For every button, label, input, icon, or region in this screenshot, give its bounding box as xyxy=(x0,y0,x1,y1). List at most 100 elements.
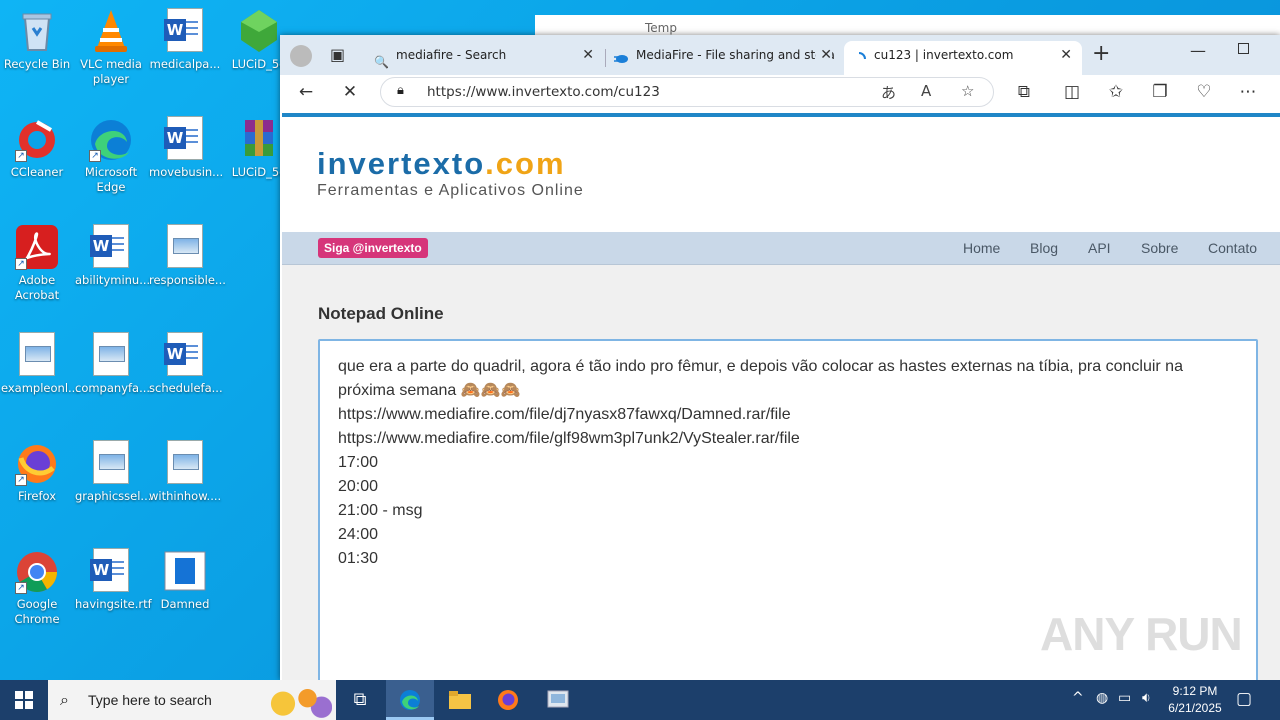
word-document-icon: W xyxy=(89,548,133,594)
follow-button[interactable]: Siga @invertexto xyxy=(318,238,428,258)
site-nav-bar: Siga @invertexto Home Blog API Sobre Con… xyxy=(282,232,1280,265)
desktop-icon-label: withinhow.... xyxy=(149,489,222,503)
desktop-icon-exampleonl[interactable]: exampleonl... xyxy=(0,332,79,396)
adobe-acrobat-icon: ↗ xyxy=(15,224,59,270)
minimize-button[interactable]: — xyxy=(1190,41,1206,60)
lucid-gem-icon xyxy=(237,8,281,54)
system-clock[interactable]: 9:12 PM 6/21/2025 xyxy=(1160,683,1230,717)
network-icon[interactable]: ▭ xyxy=(1118,690,1131,706)
collections-icon[interactable]: ❐ xyxy=(1146,79,1174,105)
desktop-icon-microsoft-edge[interactable]: ↗ Microsoft Edge xyxy=(74,116,148,195)
notepad-line: 24:00 xyxy=(338,526,379,543)
desktop-icon-ccleaner[interactable]: ↗ CCleaner xyxy=(0,116,74,180)
clock-date: 6/21/2025 xyxy=(1168,701,1222,715)
desktop-icon-movebusin[interactable]: W movebusin... xyxy=(148,116,223,180)
desktop-icon-label: graphicssel... xyxy=(75,489,152,503)
task-view-icon[interactable]: ⧉ xyxy=(336,680,384,720)
desktop-icon-graphicssel[interactable]: graphicssel... xyxy=(74,440,152,504)
taskbar-edge-icon[interactable] xyxy=(386,680,434,720)
show-hidden-icons-chevron-icon[interactable]: ^ xyxy=(1072,690,1084,706)
desktop-icon-label: medicalpa... xyxy=(149,57,221,71)
desktop-icon-responsible[interactable]: responsible... xyxy=(148,224,226,288)
notepad-line: 21:00 - msg xyxy=(338,502,423,519)
image-file-icon xyxy=(89,440,133,486)
desktop-icon-label: Adobe Acrobat xyxy=(14,273,60,302)
desktop-icon-damned[interactable]: Damned xyxy=(148,548,222,612)
tab-mediafire-search[interactable]: 🔍 mediafire - Search ✕ xyxy=(366,41,604,75)
translate-icon[interactable]: あ xyxy=(881,82,896,103)
nav-blog[interactable]: Blog xyxy=(1030,232,1058,265)
favorite-star-icon[interactable]: ☆ xyxy=(961,82,974,100)
desktop-icon-label: responsible... xyxy=(149,273,226,287)
nav-contato[interactable]: Contato xyxy=(1208,232,1257,265)
shortcut-arrow-icon: ↗ xyxy=(15,150,27,162)
desktop-icon-label: CCleaner xyxy=(10,165,64,179)
desktop-icon-label: Recycle Bin xyxy=(3,57,71,71)
desktop-icon-label: Microsoft Edge xyxy=(84,165,138,194)
background-explorer-window[interactable]: Temp xyxy=(535,15,1280,37)
desktop-icon-google-chrome[interactable]: ↗ Google Chrome xyxy=(0,548,74,627)
desktop-icon-firefox[interactable]: ↗ Firefox xyxy=(0,440,74,504)
desktop-icon-label: companyfa... xyxy=(75,381,151,395)
read-aloud-icon[interactable]: A xyxy=(921,82,931,100)
ccleaner-icon: ↗ xyxy=(15,116,59,162)
profile-avatar[interactable] xyxy=(290,45,312,67)
taskbar-firefox-icon[interactable] xyxy=(484,680,532,720)
application-icon xyxy=(163,548,207,594)
image-file-icon xyxy=(15,332,59,378)
shortcut-arrow-icon: ↗ xyxy=(15,582,27,594)
desktop-icon-abilityminu[interactable]: W abilityminu... xyxy=(74,224,150,288)
mediafire-icon xyxy=(614,48,628,63)
volume-icon[interactable]: 🔉︎ xyxy=(1142,690,1151,706)
desktop-icon-withinhow[interactable]: withinhow.... xyxy=(148,440,222,504)
taskbar-file-explorer-icon[interactable] xyxy=(436,680,484,720)
tab-actions-icon[interactable]: ▣ xyxy=(330,45,345,64)
nav-sobre[interactable]: Sobre xyxy=(1141,232,1178,265)
clock-time: 9:12 PM xyxy=(1172,684,1218,698)
desktop-icon-vlc[interactable]: VLC media player xyxy=(74,8,148,87)
taskbar-search-box[interactable]: ⌕ Type here to search xyxy=(48,680,336,720)
recycle-bin-icon xyxy=(15,8,59,54)
nav-home[interactable]: Home xyxy=(963,232,1000,265)
loading-spinner-icon xyxy=(852,48,866,62)
site-logo[interactable]: invertexto.com Ferramentas e Aplicativos… xyxy=(317,147,584,201)
desktop-icon-label: exampleonl... xyxy=(1,381,79,395)
browser-essentials-icon[interactable]: ♡ xyxy=(1190,79,1218,105)
close-tab-icon[interactable]: ✕ xyxy=(582,41,594,69)
desktop-icon-label: Damned xyxy=(160,597,210,611)
background-window-title: Temp xyxy=(645,21,677,35)
settings-more-icon[interactable]: ⋯ xyxy=(1234,79,1262,105)
split-screen-icon[interactable]: ◫ xyxy=(1058,79,1086,105)
shortcut-arrow-icon: ↗ xyxy=(89,150,101,162)
desktop-icon-label: havingsite.rtf xyxy=(75,597,152,611)
webpage-viewport: invertexto.com Ferramentas e Aplicativos… xyxy=(280,109,1280,680)
desktop-icon-schedulefa[interactable]: W schedulefa... xyxy=(148,332,223,396)
extensions-icon[interactable]: ⧉ xyxy=(1010,79,1038,105)
desktop-icon-medicalpa[interactable]: W medicalpa... xyxy=(148,8,222,72)
taskbar-app-icon[interactable] xyxy=(534,680,582,720)
back-arrow-icon[interactable]: ← xyxy=(292,79,320,105)
tab-cu123-invertexto[interactable]: cu123 | invertexto.com ✕ xyxy=(844,41,1082,75)
new-tab-button[interactable]: + xyxy=(1092,41,1110,66)
security-icon[interactable]: ◍ xyxy=(1096,690,1108,706)
favorites-icon[interactable]: ✩ xyxy=(1102,79,1130,105)
maximize-button[interactable] xyxy=(1238,43,1249,54)
nav-api[interactable]: API xyxy=(1088,232,1111,265)
notepad-line: que era a parte do quadril, agora é tão … xyxy=(338,358,1183,375)
desktop-icon-companyfa[interactable]: companyfa... xyxy=(74,332,151,396)
tab-mediafire-file-sharing[interactable]: MediaFire - File sharing and stora ✕ xyxy=(606,41,842,75)
desktop-icon-havingsite[interactable]: W havingsite.rtf xyxy=(74,548,152,612)
address-bar[interactable]: 🔒︎ https://www.invertexto.com/cu123 あ A … xyxy=(380,77,994,107)
search-placeholder: Type here to search xyxy=(88,692,212,708)
close-tab-icon[interactable]: ✕ xyxy=(816,41,832,69)
lock-icon: 🔒︎ xyxy=(397,83,404,98)
close-tab-icon[interactable]: ✕ xyxy=(1060,41,1072,69)
notepad-line: 17:00 xyxy=(338,454,379,471)
firefox-icon: ↗ xyxy=(15,440,59,486)
winrar-archive-icon xyxy=(237,116,281,162)
notifications-icon[interactable]: ▢ xyxy=(1236,689,1252,709)
desktop-icon-recycle-bin[interactable]: Recycle Bin xyxy=(0,8,74,72)
windows-start-icon[interactable] xyxy=(0,680,48,720)
stop-loading-icon[interactable]: ✕ xyxy=(336,79,364,105)
desktop-icon-adobe-acrobat[interactable]: ↗ Adobe Acrobat xyxy=(0,224,74,303)
